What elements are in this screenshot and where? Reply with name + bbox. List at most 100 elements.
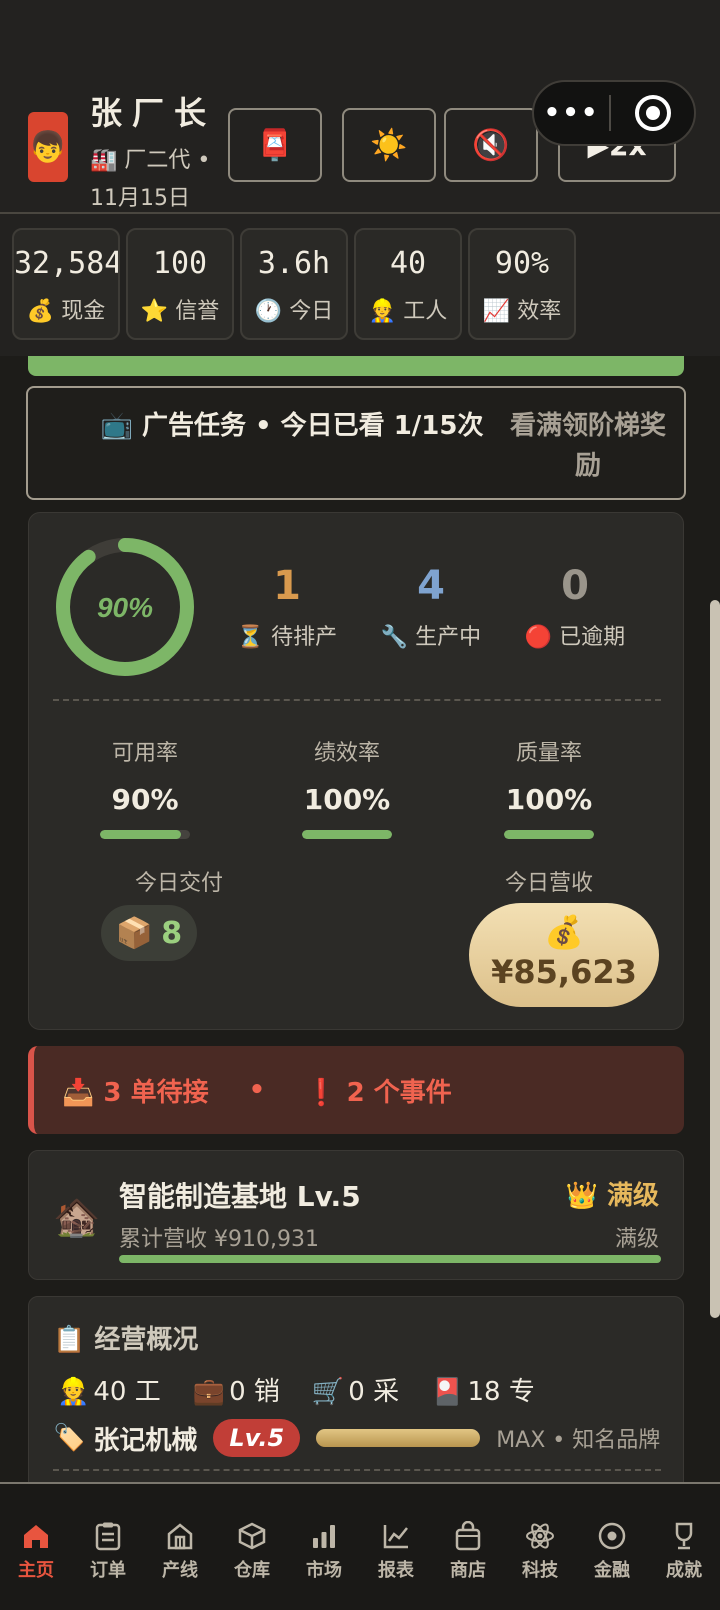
brand-name: 张记机械 <box>93 1425 198 1456</box>
brand-status: MAX • 知名品牌 <box>496 1428 661 1453</box>
coin-icon <box>576 1520 648 1552</box>
mute-button[interactable]: 🔇 <box>444 108 538 182</box>
nav-label: 产线 <box>162 1560 198 1581</box>
overview-value: 0 采 <box>348 1377 400 1407</box>
stat-label: 今日 <box>289 299 334 324</box>
card-icon: 🎴 <box>431 1377 464 1407</box>
player-rank: 🏭 厂二代 • <box>90 148 211 173</box>
metric-progress-bar <box>504 830 594 839</box>
base-progress-bar <box>119 1255 661 1263</box>
ad-task-reward-hint: 看满领阶梯奖励 <box>509 411 666 481</box>
nav-label: 金融 <box>594 1560 630 1581</box>
stat-cash[interactable]: 32,584 💰 现金 <box>12 228 120 340</box>
player-name: 张厂长 <box>90 94 217 132</box>
delivery-value: 8 <box>161 915 183 951</box>
factory-base-card[interactable]: 🏚️ 智能制造基地 Lv.5 👑 满级 累计营收 ¥910,931 满级 <box>28 1150 684 1280</box>
partial-green-banner <box>28 356 684 376</box>
clock-icon: 🕐 <box>254 299 283 324</box>
brand-row[interactable]: 🏷️ 张记机械 Lv.5 MAX • 知名品牌 <box>53 1417 661 1459</box>
line-chart-icon <box>360 1520 432 1552</box>
briefcase-icon: 💼 <box>192 1377 226 1407</box>
trend-up-icon: 📈 <box>482 299 511 324</box>
stat-workers[interactable]: 40 👷 工人 <box>354 228 462 340</box>
stat-today-hours[interactable]: 3.6h 🕐 今日 <box>240 228 348 340</box>
max-level-badge: 👑 满级 <box>565 1181 659 1211</box>
base-level-status: 满级 <box>614 1227 659 1252</box>
metric-progress-bar <box>100 830 190 839</box>
stat-efficiency[interactable]: 90% 📈 效率 <box>468 228 576 340</box>
page-scrollbar[interactable] <box>710 600 720 1318</box>
nav-shop[interactable]: 商店 <box>432 1484 504 1610</box>
pending-orders-text: 📥 3 单待接 <box>62 1077 209 1108</box>
nav-label: 报表 <box>378 1560 414 1581</box>
ad-task-banner[interactable]: 📺 广告任务 • 今日已看 1/15次 看满领阶梯奖励 <box>26 386 686 500</box>
trophy-icon <box>648 1520 720 1552</box>
nav-home[interactable]: 主页 <box>0 1484 72 1610</box>
delivery-pill[interactable]: 📦 8 <box>101 905 197 961</box>
count-value: 1 <box>273 563 301 609</box>
nav-achievements[interactable]: 成就 <box>648 1484 720 1610</box>
overview-sales: 💼 0 销 <box>189 1371 280 1408</box>
nav-warehouse[interactable]: 仓库 <box>216 1484 288 1610</box>
stat-label: 信誉 <box>175 299 220 324</box>
metric-availability: 可用率 90% <box>55 735 235 839</box>
bottom-nav: 主页 订单 产线 仓库 市场 报表 商店 科技 金融 成就 <box>0 1482 720 1610</box>
close-miniprogram-button[interactable] <box>611 95 694 131</box>
overview-purchasing: 🛒 0 采 <box>308 1371 399 1408</box>
stat-value: 32,584 <box>14 246 120 281</box>
revenue-pill[interactable]: 💰 ¥85,623 <box>469 903 659 1007</box>
nav-production-line[interactable]: 产线 <box>144 1484 216 1610</box>
nav-orders[interactable]: 订单 <box>72 1484 144 1610</box>
factory-icon <box>144 1520 216 1552</box>
mailbox-icon: 📮 <box>256 127 294 163</box>
worker-icon: 👷 <box>368 299 397 324</box>
delivery-label: 今日交付 <box>134 871 223 896</box>
brand-progress-bar <box>316 1429 481 1447</box>
worker-icon: 👷 <box>57 1377 90 1407</box>
metric-value: 90% <box>111 783 179 816</box>
metric-progress-bar <box>302 830 392 839</box>
metric-performance: 绩效率 100% <box>257 735 437 839</box>
miniprogram-capsule: ••• <box>532 80 696 146</box>
mailbox-button[interactable]: 📮 <box>228 108 322 182</box>
overview-patents: 🎴 18 专 <box>427 1371 535 1408</box>
nav-market[interactable]: 市场 <box>288 1484 360 1610</box>
shop-bag-icon <box>432 1520 504 1552</box>
stat-label: 效率 <box>517 299 562 324</box>
atom-icon <box>504 1520 576 1552</box>
stat-value: 40 <box>389 246 427 281</box>
clipboard-icon <box>72 1520 144 1552</box>
count-pending[interactable]: 1 ⏳ 待排产 <box>217 563 357 651</box>
nav-label: 市场 <box>306 1560 342 1581</box>
nav-finance[interactable]: 金融 <box>576 1484 648 1610</box>
nav-label: 仓库 <box>234 1560 270 1581</box>
alert-separator: • <box>248 1075 266 1105</box>
target-circle-icon <box>634 95 671 131</box>
cart-icon: 🛒 <box>311 1377 345 1407</box>
bar-chart-icon <box>288 1520 360 1552</box>
count-value: 4 <box>417 563 445 609</box>
count-overdue[interactable]: 0 🔴 已逾期 <box>505 563 645 651</box>
nav-label: 成就 <box>666 1560 702 1581</box>
base-total-revenue: 累计营收 ¥910,931 <box>119 1227 319 1252</box>
nav-technology[interactable]: 科技 <box>504 1484 576 1610</box>
pending-alert-banner[interactable]: 📥 3 单待接 • ❗ 2 个事件 <box>28 1046 684 1134</box>
count-label: ⏳ 待排产 <box>236 625 338 650</box>
money-bag-icon: 💰 <box>544 913 584 951</box>
brightness-button[interactable]: ☀️ <box>342 108 436 182</box>
money-bag-icon: 💰 <box>26 299 55 324</box>
count-in-production[interactable]: 4 🔧 生产中 <box>361 563 501 651</box>
stat-value: 100 <box>152 246 208 281</box>
count-label: 🔧 生产中 <box>380 625 482 650</box>
sun-icon: ☀️ <box>370 127 408 163</box>
stat-reputation[interactable]: 100 ⭐ 信誉 <box>126 228 234 340</box>
ad-task-progress: 📺 广告任务 • 今日已看 1/15次 <box>100 411 484 441</box>
muted-speaker-icon: 🔇 <box>472 127 510 163</box>
player-avatar[interactable]: 👦 <box>28 112 68 182</box>
tag-icon: 🏷️ <box>53 1423 86 1453</box>
more-dots-icon[interactable]: ••• <box>534 98 609 128</box>
count-value: 0 <box>561 563 589 609</box>
count-label: 🔴 已逾期 <box>524 625 626 650</box>
nav-label: 商店 <box>450 1560 486 1581</box>
nav-reports[interactable]: 报表 <box>360 1484 432 1610</box>
